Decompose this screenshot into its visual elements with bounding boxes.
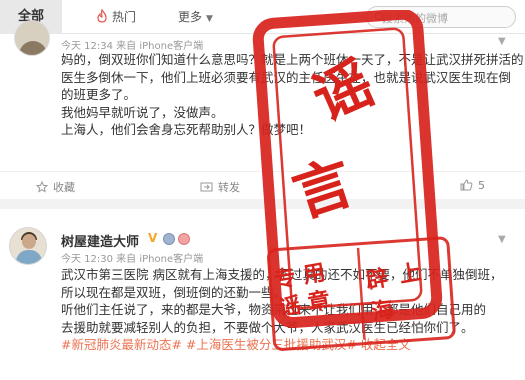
medal-icon xyxy=(163,233,175,245)
favorite-button[interactable]: 收藏 xyxy=(35,179,75,195)
avatar-body xyxy=(16,250,42,264)
avatar[interactable] xyxy=(9,227,47,265)
post-meta: 今天 12:30 来自 iPhone客户端 xyxy=(61,254,204,265)
star-icon xyxy=(35,180,49,193)
chevron-down-icon: ▼ xyxy=(206,14,213,24)
post-meta: 今天 12:34 来自 iPhone客户端 xyxy=(61,41,204,52)
tab-hot-label: 热门 xyxy=(112,10,137,24)
like-count: 5 xyxy=(478,179,485,192)
medal-icon xyxy=(178,233,190,245)
fire-icon xyxy=(97,9,107,23)
favorite-label: 收藏 xyxy=(53,181,75,194)
tab-more[interactable]: 更多 ▼ xyxy=(178,0,213,34)
author-name[interactable]: 树屋建造大师 xyxy=(61,231,139,250)
chevron-down-icon[interactable]: ▼ xyxy=(498,36,506,47)
avatar[interactable] xyxy=(14,20,50,56)
chevron-down-icon[interactable]: ▼ xyxy=(498,234,506,245)
avatar-head xyxy=(22,234,36,249)
verified-badge: V xyxy=(148,231,158,245)
tab-hot[interactable]: 热门 xyxy=(96,0,136,34)
avatar-figure xyxy=(19,41,47,55)
tab-more-label: 更多 xyxy=(178,10,203,24)
repost-icon xyxy=(200,182,213,192)
